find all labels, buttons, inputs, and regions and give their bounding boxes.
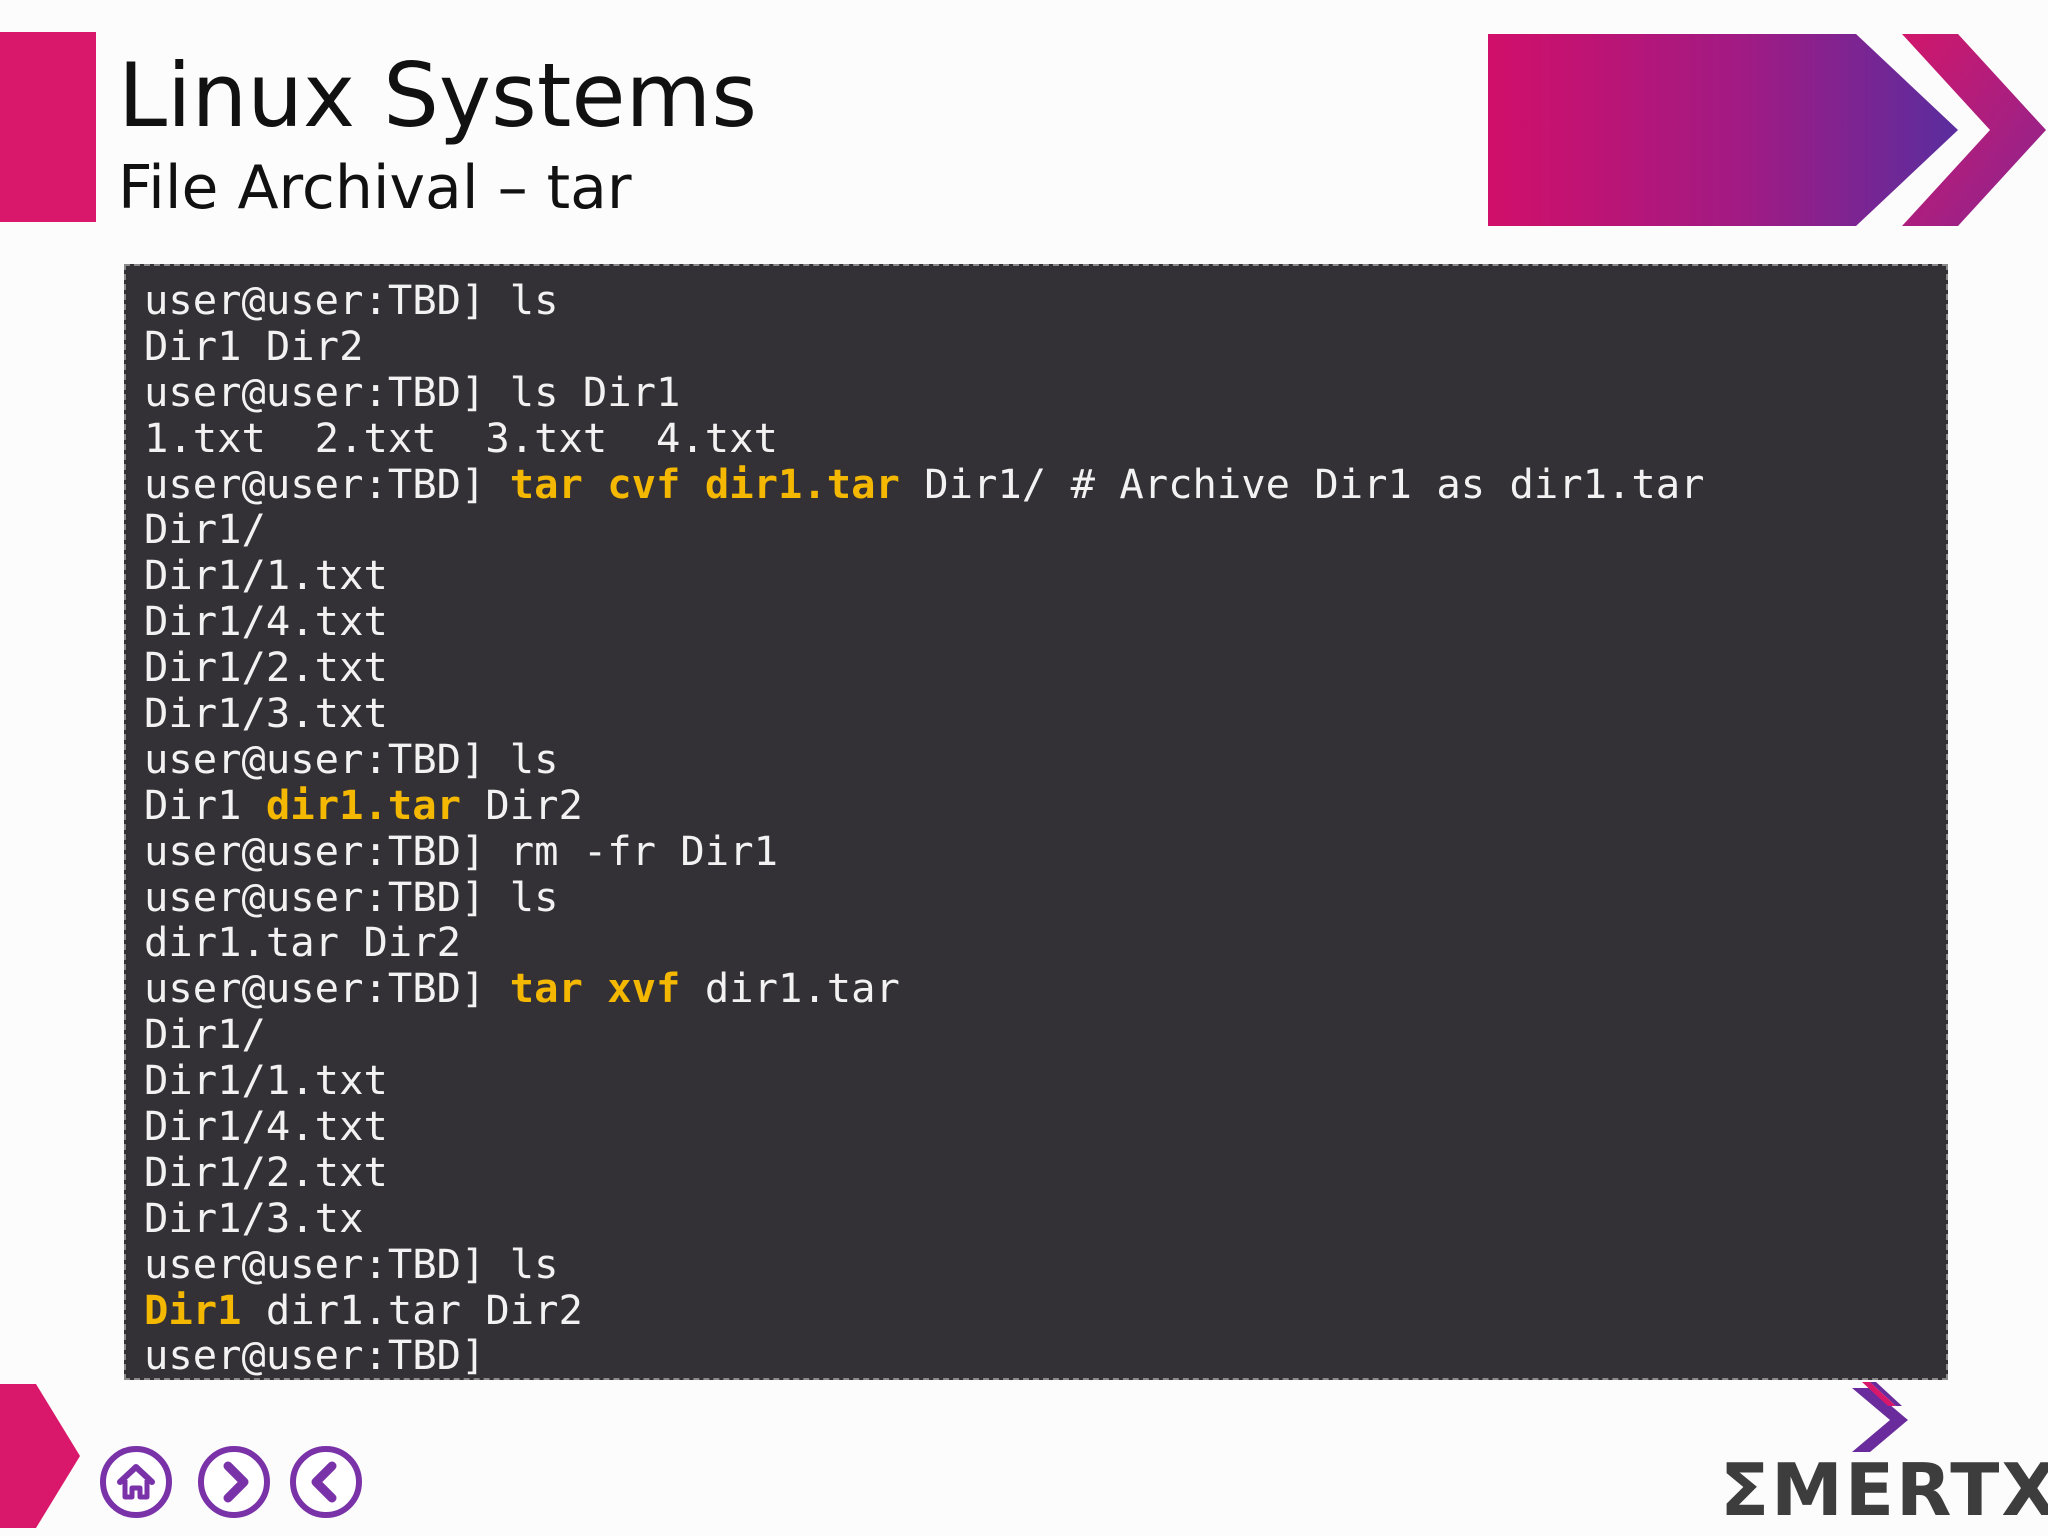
terminal-line: Dir1 Dir2 (144, 321, 1928, 370)
terminal-text: Dir1/4.txt (144, 597, 388, 646)
terminal-text: Dir1/ # Archive Dir1 as dir1.tar (899, 459, 1705, 508)
terminal-text: Dir1/ (144, 505, 266, 554)
terminal-text: user@user:TBD] ls (144, 734, 559, 783)
terminal-line: dir1.tar Dir2 (144, 920, 1928, 966)
terminal-line: Dir1/4.txt (144, 1102, 1928, 1151)
terminal-line: Dir1/1.txt (144, 1056, 1928, 1105)
terminal-text: Dir1/2.txt (144, 1147, 388, 1196)
terminal-text: user@user:TBD] ls (144, 276, 559, 324)
page-title: Linux Systems (118, 44, 758, 147)
terminal-text: Dir1/3.txt (144, 689, 388, 738)
terminal-line: Dir1 dir1.tar Dir2 (144, 780, 1928, 829)
header-chevron-banner (1488, 34, 2046, 226)
terminal-text: user@user:TBD] rm -fr Dir1 (144, 826, 778, 875)
terminal-highlight-text: dir1.tar (265, 780, 461, 829)
terminal-highlight-text: Dir1 (144, 1285, 242, 1334)
terminal-line: Dir1/1.txt (144, 551, 1928, 600)
terminal-line: user@user:TBD] rm -fr Dir1 (144, 826, 1928, 875)
terminal-text: Dir1/2.txt (144, 643, 388, 692)
terminal-text: dir1.tar (680, 964, 900, 1013)
chevron-left-icon (311, 1461, 337, 1503)
chevron-right-icon (223, 1461, 249, 1503)
slide: Linux Systems File Archival – tar user@u… (0, 0, 2048, 1536)
terminal-text: Dir1/1.txt (144, 551, 388, 600)
terminal-line: Dir1/2.txt (144, 643, 1928, 692)
terminal-line: user@user:TBD] (144, 1333, 1928, 1379)
terminal-line: user@user:TBD] tar cvf dir1.tar Dir1/ # … (144, 459, 1928, 508)
home-button[interactable] (100, 1446, 172, 1518)
terminal-text: Dir1 Dir2 (144, 321, 364, 370)
terminal-line: user@user:TBD] ls (144, 276, 1928, 324)
terminal-text: user@user:TBD] ls (144, 1239, 559, 1288)
terminal-text: user@user:TBD] (144, 1331, 486, 1380)
terminal-line: 1.txt 2.txt 3.txt 4.txt (144, 413, 1928, 462)
terminal-text: Dir2 (461, 780, 583, 829)
terminal-line: Dir1/3.tx (144, 1193, 1928, 1242)
previous-slide-button[interactable] (290, 1446, 362, 1518)
next-slide-button[interactable] (198, 1446, 270, 1518)
title-accent-bar (0, 32, 96, 222)
terminal-text: dir1.tar Dir2 (144, 918, 461, 967)
terminal-text: user@user:TBD] ls (144, 872, 559, 921)
terminal-text: Dir1/3.tx (144, 1193, 364, 1242)
terminal-text: Dir1/4.txt (144, 1102, 388, 1151)
terminal-text: user@user:TBD] (144, 964, 510, 1013)
terminal-line: Dir1/4.txt (144, 597, 1928, 646)
terminal-text: dir1.tar Dir2 (241, 1285, 583, 1334)
terminal-text: Dir1/1.txt (144, 1056, 388, 1105)
terminal-line: Dir1/3.txt (144, 689, 1928, 738)
terminal-text: Dir1/ (144, 1010, 266, 1059)
terminal-line: user@user:TBD] ls (144, 734, 1928, 783)
terminal-text: user@user:TBD] ls Dir1 (144, 367, 681, 416)
footer-accent-arrow (0, 1384, 80, 1528)
terminal-output: user@user:TBD] ls Dir1 Dir2 user@user:TBD]… (124, 264, 1948, 1380)
terminal-text: user@user:TBD] (144, 459, 510, 508)
page-subtitle: File Archival – tar (118, 153, 632, 223)
terminal-line: user@user:TBD] ls Dir1 (144, 367, 1928, 416)
terminal-line: Dir1/2.txt (144, 1147, 1928, 1196)
terminal-text: Dir1 (144, 780, 266, 829)
emertxe-logo-text: ΣMERTXE (1720, 1448, 2048, 1532)
terminal-highlight-text: tar cvf dir1.tar (509, 459, 900, 508)
home-icon (117, 1464, 155, 1500)
terminal-line: user@user:TBD] tar xvf dir1.tar (144, 964, 1928, 1013)
terminal-highlight-text: tar xvf (509, 964, 681, 1013)
terminal-line: Dir1 dir1.tar Dir2 (144, 1285, 1928, 1334)
terminal-line: user@user:TBD] ls (144, 1239, 1928, 1288)
terminal-line: user@user:TBD] ls (144, 872, 1928, 921)
terminal-line: Dir1/ (144, 1010, 1928, 1059)
terminal-line: Dir1/ (144, 507, 1928, 553)
terminal-text: 1.txt 2.txt 3.txt 4.txt (144, 413, 778, 462)
